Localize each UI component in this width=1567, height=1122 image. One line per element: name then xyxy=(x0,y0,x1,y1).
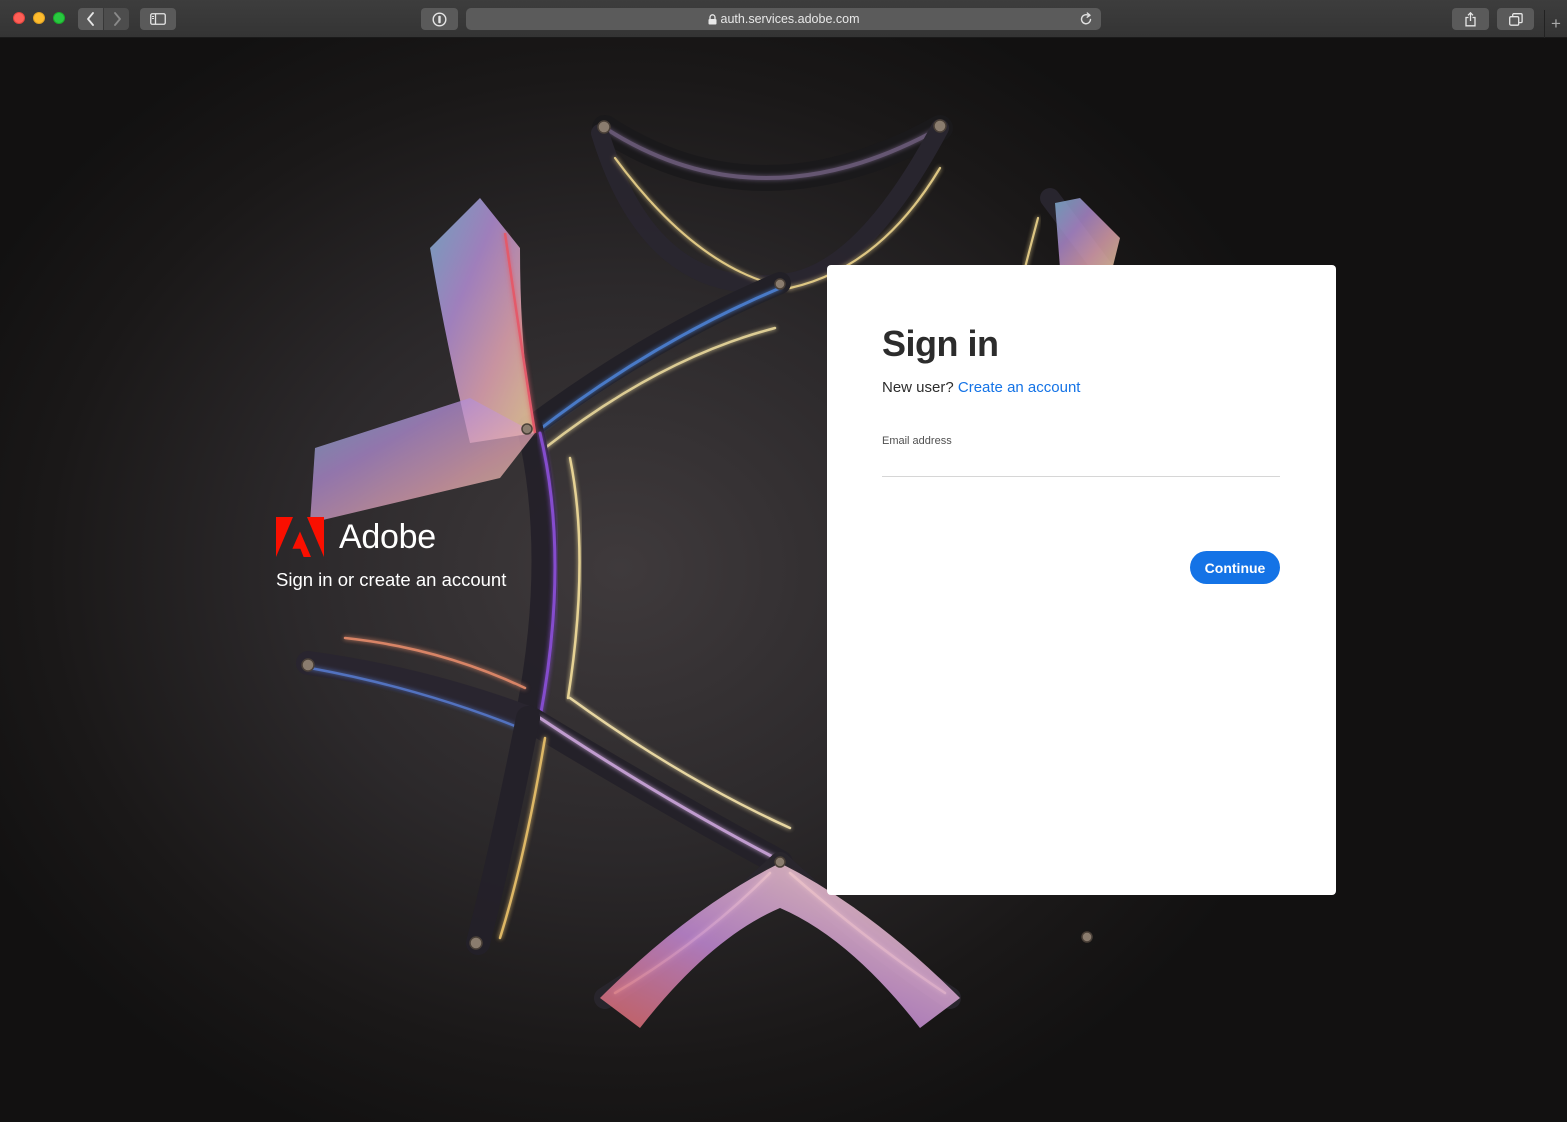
new-tab-button[interactable]: + xyxy=(1544,10,1567,38)
share-button[interactable] xyxy=(1452,8,1489,30)
create-account-link[interactable]: Create an account xyxy=(958,379,1081,396)
continue-button[interactable]: Continue xyxy=(1190,551,1280,584)
url-text: auth.services.adobe.com xyxy=(720,12,860,26)
adobe-logo-icon xyxy=(276,517,324,557)
window-close-button[interactable] xyxy=(13,12,25,24)
brand-name: Adobe xyxy=(339,517,436,556)
password-manager-button[interactable] xyxy=(421,8,458,30)
share-icon xyxy=(1465,11,1476,26)
plus-icon: + xyxy=(1551,14,1561,33)
tabs-icon xyxy=(1508,12,1523,26)
brand-tagline: Sign in or create an account xyxy=(276,569,507,590)
signin-card: Sign in New user? Create an account Emai… xyxy=(827,265,1336,895)
address-bar[interactable]: auth.services.adobe.com xyxy=(466,8,1101,30)
window-zoom-button[interactable] xyxy=(53,12,65,24)
back-button[interactable] xyxy=(78,8,103,30)
lock-icon xyxy=(708,13,717,25)
sidebar-button[interactable] xyxy=(140,8,176,30)
page-title: Sign in xyxy=(882,323,999,364)
browser-toolbar: auth.services.adobe.com + xyxy=(0,0,1567,38)
back-icon xyxy=(86,12,94,26)
password-icon xyxy=(432,11,447,27)
tab-overview-button[interactable] xyxy=(1497,8,1534,30)
email-label: Email address xyxy=(882,435,952,447)
new-user-line: New user? Create an account xyxy=(882,379,1080,396)
page-viewport: Adobe Sign in or create an account Sign … xyxy=(0,38,1567,1122)
window-minimize-button[interactable] xyxy=(33,12,45,24)
forward-icon xyxy=(113,12,121,26)
sidebar-icon xyxy=(150,13,166,25)
email-field[interactable] xyxy=(882,451,1280,477)
new-user-prompt: New user? xyxy=(882,379,954,396)
forward-button[interactable] xyxy=(104,8,129,30)
reload-icon[interactable] xyxy=(1080,12,1093,29)
brand-block: Adobe Sign in or create an account xyxy=(276,517,596,591)
